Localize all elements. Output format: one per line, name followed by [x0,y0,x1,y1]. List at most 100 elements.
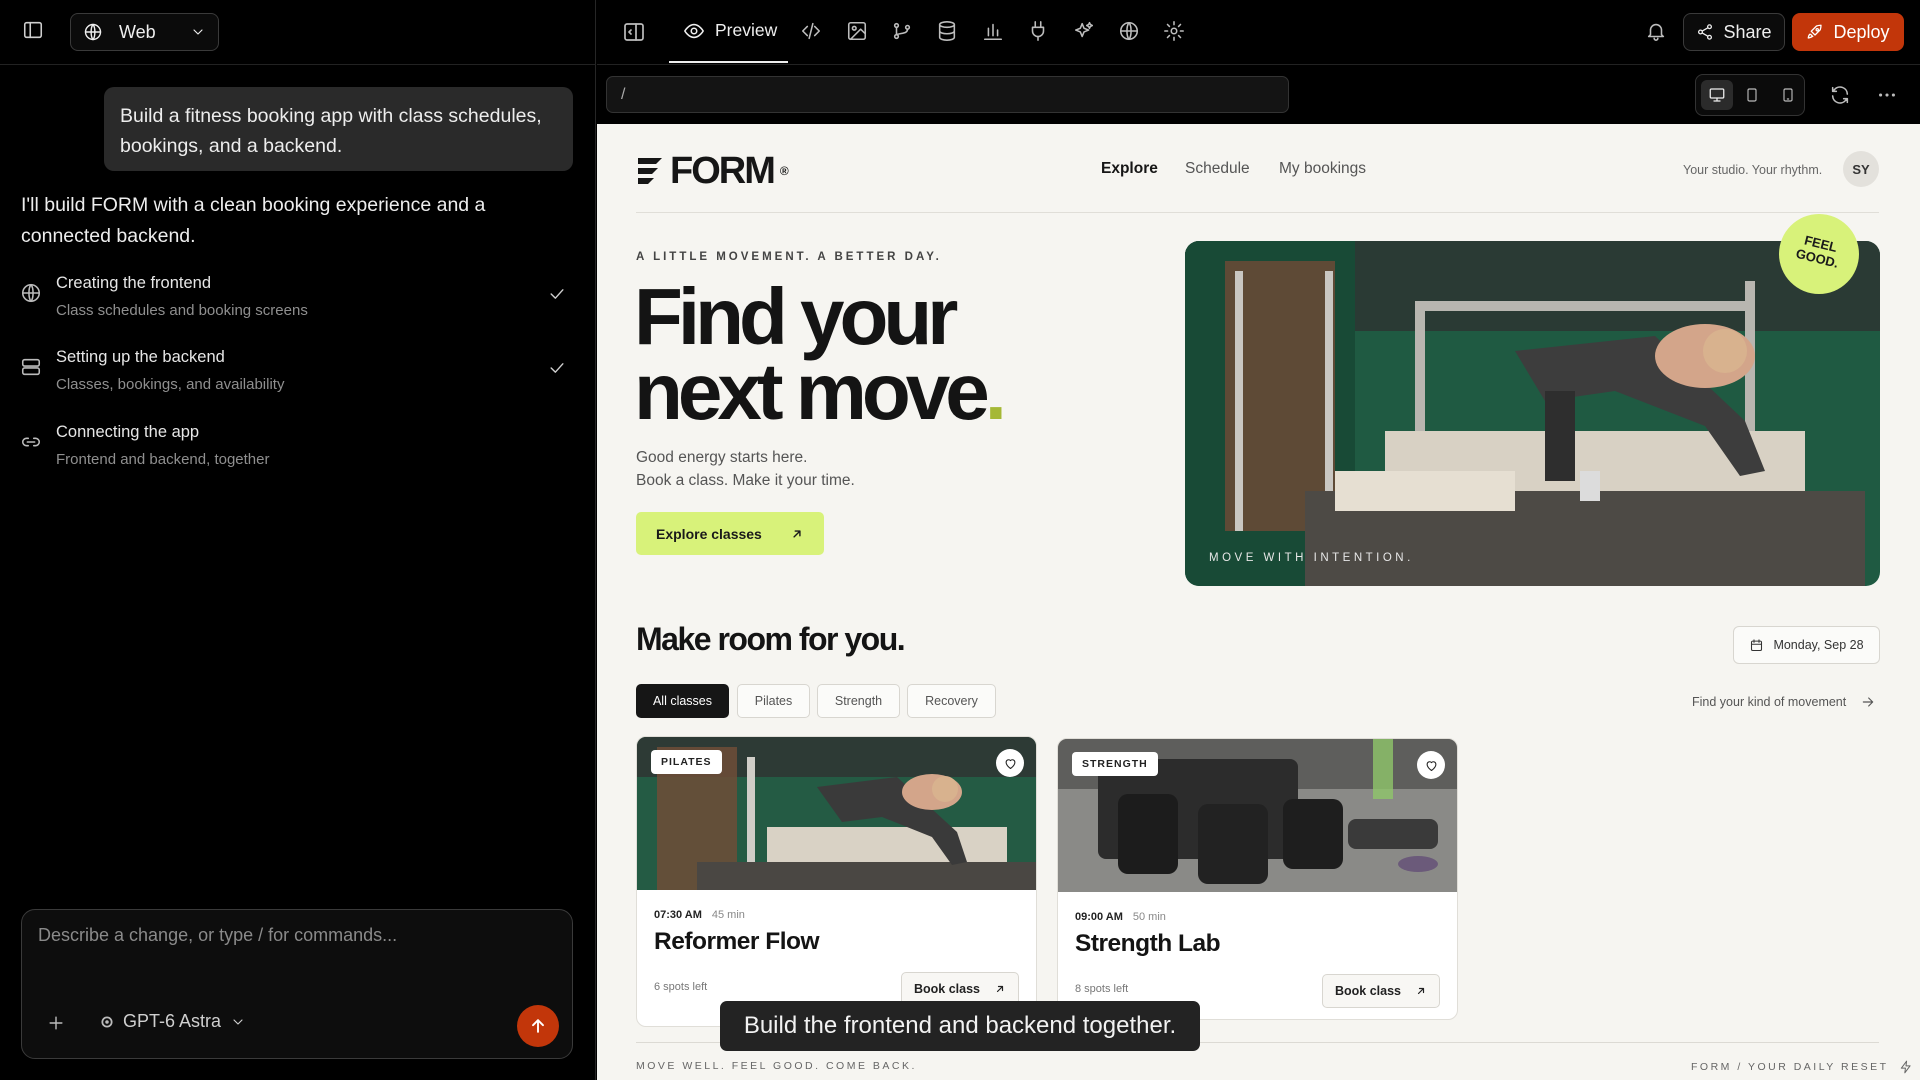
date-picker-button[interactable]: Monday, Sep 28 [1733,626,1880,664]
book-label: Book class [1335,984,1402,998]
composer: GPT-6 Astra [21,909,573,1059]
plug-icon[interactable] [1027,20,1049,42]
brand-logo[interactable]: FORM ® [636,152,789,190]
footer-left: MOVE WELL. FEEL GOOD. COME BACK. [636,1060,917,1072]
date-label: Monday, Sep 28 [1773,638,1864,652]
explore-classes-button[interactable]: Explore classes [636,512,824,555]
nav-my-bookings[interactable]: My bookings [1279,160,1366,178]
step-title: Creating the frontend [56,274,212,292]
brand-name: FORM [670,150,776,192]
phone-icon[interactable] [1772,80,1804,110]
tablet-icon[interactable] [1736,80,1768,110]
step-connect: Connecting the app Frontend and backend,… [20,423,575,483]
hero-caption: MOVE WITH INTENTION. [1209,552,1414,564]
hero-title: Find your next move. [634,272,1007,432]
globe-icon [20,282,42,304]
class-card[interactable]: STRENGTH 09:00 AM 50 min Strength Lab 8 s… [1057,738,1458,1020]
url-field[interactable]: / [606,76,1289,113]
model-select[interactable]: GPT-6 Astra [100,1011,246,1032]
share-icon [1696,23,1714,41]
class-time: 09:00 AM 50 min [1075,911,1166,923]
step-title: Setting up the backend [56,348,225,366]
class-duration: 50 min [1132,911,1166,923]
link-icon [20,431,42,453]
hero-sub-line-2: Book a class. Make it your time. [636,472,855,489]
logo-mark-icon [638,158,662,184]
plus-icon[interactable] [46,1013,66,1033]
site-preview: FORM ® Explore Schedule My bookings Your… [597,124,1920,1080]
device-switcher [1695,74,1805,116]
bar-chart-icon[interactable] [982,20,1004,42]
panel-toggle-icon[interactable] [622,20,646,44]
step-backend: Setting up the backend Classes, bookings… [20,348,575,408]
prompt-input[interactable] [38,920,558,950]
desktop-icon[interactable] [1701,80,1733,110]
nav-schedule[interactable]: Schedule [1185,160,1250,178]
book-class-button[interactable]: Book class [1322,974,1440,1008]
code-icon[interactable] [800,20,822,42]
class-time: 07:30 AM 45 min [654,909,745,921]
platform-label: Web [119,21,156,42]
book-label: Book class [914,982,981,996]
step-frontend: Creating the frontend Class schedules an… [20,274,575,334]
refresh-icon[interactable] [1829,84,1851,106]
heart-icon[interactable] [1417,751,1445,779]
globe-icon [83,22,103,42]
class-name: Reformer Flow [654,928,820,955]
explore-label: Explore classes [656,525,762,542]
class-spots: 8 spots left [1075,983,1129,995]
share-button[interactable]: Share [1683,13,1785,51]
heart-icon[interactable] [996,749,1024,777]
git-branch-icon[interactable] [891,20,913,42]
class-spots: 6 spots left [654,981,708,993]
gear-icon[interactable] [1163,20,1185,42]
model-label: GPT-6 Astra [123,1011,222,1031]
tab-preview[interactable]: Preview [669,0,788,63]
avatar[interactable]: SY [1843,151,1879,187]
database-icon[interactable] [936,20,958,42]
section-title: Make room for you. [636,621,906,657]
eye-icon [683,20,705,42]
send-button[interactable] [517,1005,559,1047]
arrow-right-icon [1860,694,1876,710]
hero-dot: . [984,347,1007,436]
filter-strength[interactable]: Strength [817,684,900,718]
model-icon [100,1015,114,1029]
check-icon [547,358,567,378]
chevron-down-icon [230,1014,246,1030]
arrow-up-right-icon [790,527,804,541]
globe-icon[interactable] [1118,20,1140,42]
more-icon[interactable] [1876,84,1898,106]
find-link-label: Find your kind of movement [1692,695,1847,709]
assistant-message: I'll build FORM with a clean booking exp… [21,194,486,247]
find-movement-link[interactable]: Find your kind of movement [1692,694,1876,710]
check-icon [547,284,567,304]
chat-header: Web [0,0,596,65]
deploy-button[interactable]: Deploy [1792,13,1904,51]
arrow-up-icon [528,1016,548,1036]
filter-pilates[interactable]: Pilates [737,684,810,718]
chat-panel: Web Build a fitness booking app with cla… [0,0,596,1080]
filter-all-classes[interactable]: All classes [636,684,729,718]
filter-recovery[interactable]: Recovery [907,684,996,718]
header-divider [636,212,1879,213]
class-card[interactable]: PILATES 07:30 AM 45 min Reformer Flow 6 s… [636,736,1037,1027]
platform-select[interactable]: Web [70,13,219,51]
class-tag: STRENGTH [1072,752,1158,776]
toggle-sidebar-icon[interactable] [22,19,52,45]
sparkles-icon[interactable] [1073,20,1095,42]
class-time-value: 09:00 AM [1075,911,1123,923]
hero-eyebrow: A LITTLE MOVEMENT. A BETTER DAY. [636,251,942,263]
footer-right: FORM / YOUR DAILY RESET [1691,1060,1913,1074]
image-icon[interactable] [846,20,868,42]
hero-subtitle: Good energy starts here. Book a class. M… [636,446,855,492]
nav-explore[interactable]: Explore [1101,160,1158,178]
class-name: Strength Lab [1075,930,1221,957]
step-title: Connecting the app [56,423,200,441]
user-message: Build a fitness booking app with class s… [104,87,573,171]
hero-sub-line-1: Good energy starts here. [636,449,808,466]
bell-icon[interactable] [1645,20,1667,42]
share-label: Share [1723,21,1772,42]
tab-label: Preview [715,20,778,40]
hero-line-1: Find your [634,272,958,361]
